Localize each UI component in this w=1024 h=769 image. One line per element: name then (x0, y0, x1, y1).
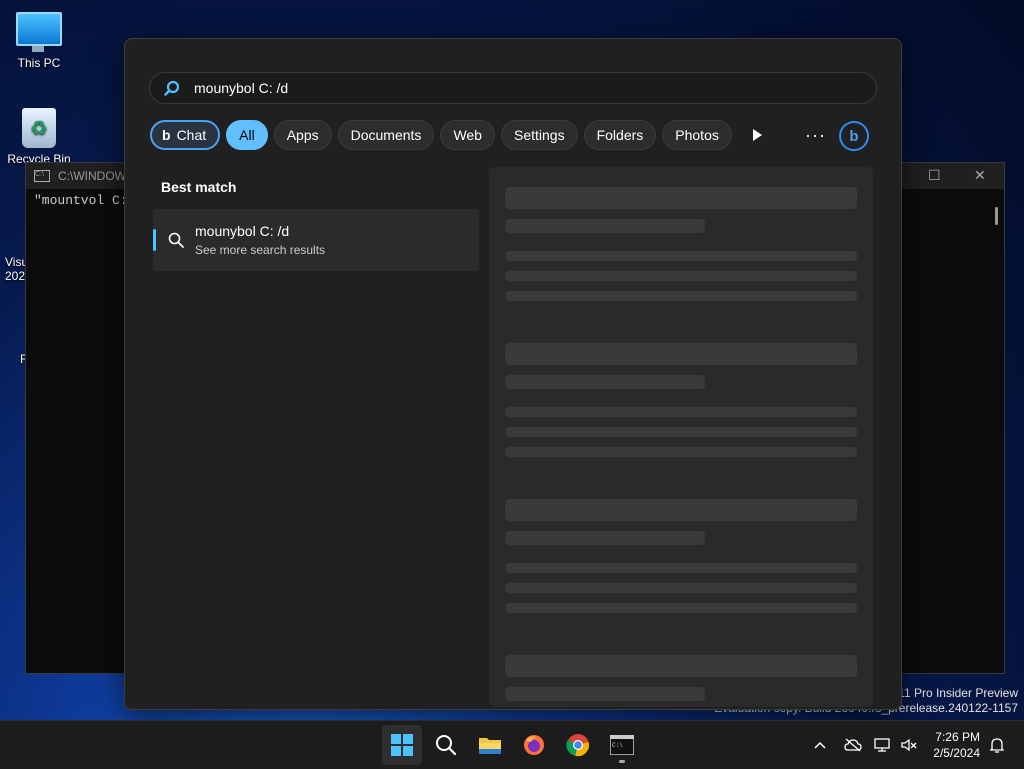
firefox-icon (524, 735, 544, 755)
cloud-off-icon (844, 738, 862, 752)
search-filter-bar: b Chat All Apps Documents Web Settings F… (150, 120, 732, 150)
bell-icon (990, 738, 1004, 753)
filter-chat[interactable]: b Chat (150, 120, 221, 150)
clock-date: 2/5/2024 (933, 746, 980, 760)
skeleton-line (505, 563, 857, 573)
result-preview-loading (489, 167, 873, 707)
skeleton-line (505, 603, 857, 613)
filter-apps[interactable]: Apps (273, 120, 332, 150)
maximize-icon[interactable]: ☐ (928, 167, 941, 184)
filter-settings[interactable]: Settings (500, 120, 578, 150)
bing-chat-button[interactable]: b (839, 121, 869, 151)
desktop-icon-recycle-bin[interactable]: ♻ Recycle Bin (3, 108, 75, 166)
selection-indicator (153, 229, 156, 251)
firefox-button[interactable] (514, 725, 554, 765)
close-icon[interactable]: ✕ (974, 167, 986, 184)
scroll-filters-right-icon[interactable] (751, 128, 763, 142)
skeleton-line (505, 271, 857, 281)
system-clock[interactable]: 7:26 PM 2/5/2024 (922, 729, 980, 761)
chrome-button[interactable] (558, 725, 598, 765)
skeleton-header (505, 343, 857, 365)
running-indicator (619, 760, 625, 763)
best-match-heading: Best match (161, 179, 237, 195)
volume-status[interactable] (898, 721, 920, 769)
more-options-button[interactable]: ··· (805, 125, 826, 146)
search-result-icon (168, 232, 184, 248)
filter-web[interactable]: Web (440, 120, 495, 150)
filter-folders[interactable]: Folders (583, 120, 657, 150)
this-pc-label: This PC (17, 56, 61, 70)
search-input[interactable] (192, 79, 796, 97)
file-explorer-button[interactable] (470, 725, 510, 765)
skeleton-line (505, 291, 857, 301)
svg-text:C:\: C:\ (612, 742, 623, 749)
skeleton-line (505, 407, 857, 417)
skeleton-header (505, 655, 857, 677)
skeleton-subheader (505, 219, 705, 233)
skeleton-subheader (505, 375, 705, 389)
recycle-bin-icon: ♻ (22, 108, 56, 148)
search-box[interactable] (149, 72, 877, 104)
skeleton-header (505, 499, 857, 521)
bing-icon: b (162, 127, 171, 143)
notifications-button[interactable] (986, 721, 1008, 769)
terminal-icon: C:\ (610, 735, 634, 755)
search-flyout: b Chat All Apps Documents Web Settings F… (124, 38, 902, 710)
skeleton-line (505, 447, 857, 457)
file-explorer-icon (479, 738, 501, 754)
search-icon (164, 80, 180, 96)
search-icon (436, 735, 457, 756)
skeleton-subheader (505, 531, 705, 545)
start-button[interactable] (382, 725, 422, 765)
cmd-scrollbar[interactable] (995, 207, 998, 225)
skeleton-header (505, 187, 857, 209)
network-status[interactable] (872, 721, 894, 769)
chevron-up-icon (814, 741, 826, 749)
cmd-icon: C:\ (34, 170, 50, 182)
skeleton-line (505, 583, 857, 593)
volume-muted-icon (901, 738, 917, 752)
show-hidden-icons-button[interactable] (810, 721, 830, 769)
command-prompt-button[interactable]: C:\ (602, 725, 642, 765)
desktop-icon-this-pc[interactable]: This PC (3, 12, 75, 70)
skeleton-line (505, 427, 857, 437)
skeleton-subheader (505, 687, 705, 701)
filter-chat-label: Chat (176, 127, 207, 143)
filter-all[interactable]: All (226, 120, 268, 150)
network-icon (874, 738, 890, 752)
start-icon (391, 734, 413, 756)
clock-time: 7:26 PM (935, 730, 980, 744)
best-match-subtitle: See more search results (195, 243, 326, 257)
chrome-icon (566, 734, 589, 757)
filter-documents[interactable]: Documents (337, 120, 435, 150)
taskbar: C:\ 7:26 PM 2/5/2024 (0, 720, 1024, 769)
filter-photos[interactable]: Photos (662, 120, 732, 150)
best-match-title: mounybol C: /d (195, 223, 290, 239)
onedrive-status[interactable] (842, 721, 864, 769)
skeleton-line (505, 251, 857, 261)
this-pc-icon (16, 12, 62, 52)
best-match-result[interactable]: mounybol C: /d See more search results (153, 209, 479, 271)
taskbar-search-button[interactable] (426, 725, 466, 765)
